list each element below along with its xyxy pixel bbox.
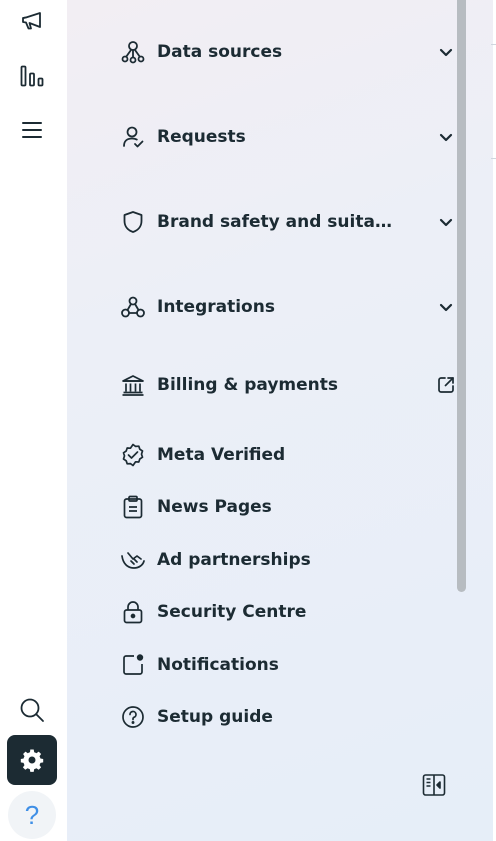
menu-item-meta-verified[interactable]: Meta Verified xyxy=(120,435,456,475)
megaphone-icon[interactable] xyxy=(7,0,57,45)
menu-item-label: Integrations xyxy=(157,297,275,317)
shield-icon xyxy=(120,209,146,235)
divider xyxy=(491,44,496,45)
collapse-panel-icon xyxy=(422,773,446,802)
bar-chart-icon[interactable] xyxy=(7,51,57,101)
menu-item-label: Requests xyxy=(157,127,246,147)
handshake-icon xyxy=(120,547,146,573)
scrollbar[interactable] xyxy=(457,0,466,592)
chevron-down-icon[interactable] xyxy=(436,127,456,147)
menu-item-brand-safety[interactable]: Brand safety and suitabi… xyxy=(120,202,456,242)
menu-item-ad-partnerships[interactable]: Ad partnerships xyxy=(120,540,456,580)
external-link-icon[interactable] xyxy=(436,375,456,395)
menu-item-integrations[interactable]: Integrations xyxy=(120,287,456,327)
data-sources-icon xyxy=(120,39,146,65)
gear-icon xyxy=(20,748,44,772)
help-icon: ? xyxy=(24,800,40,830)
menu-item-label: Ad partnerships xyxy=(157,550,311,570)
clipboard-icon xyxy=(120,494,146,520)
menu-item-setup-guide[interactable]: Setup guide xyxy=(120,697,456,737)
question-circle-icon xyxy=(120,704,146,730)
verified-badge-icon xyxy=(120,442,146,468)
chevron-down-icon[interactable] xyxy=(436,212,456,232)
integrations-icon xyxy=(120,294,146,320)
menu-item-label: Brand safety and suitabi… xyxy=(157,212,397,232)
menu-item-data-sources[interactable]: Data sources xyxy=(120,32,456,72)
lock-icon xyxy=(120,599,146,625)
notification-icon xyxy=(120,652,146,678)
menu-item-label: Notifications xyxy=(157,655,279,675)
search-icon[interactable] xyxy=(7,685,57,735)
menu-item-billing[interactable]: Billing & payments xyxy=(120,365,456,405)
bank-icon xyxy=(120,372,146,398)
chevron-down-icon[interactable] xyxy=(436,42,456,62)
menu-icon[interactable] xyxy=(7,105,57,155)
menu-item-requests[interactable]: Requests xyxy=(120,117,456,157)
help-button[interactable]: ? xyxy=(8,791,56,839)
menu-item-label: News Pages xyxy=(157,497,272,517)
menu-item-label: Security Centre xyxy=(157,602,307,622)
menu-item-security-centre[interactable]: Security Centre xyxy=(120,592,456,632)
requests-icon xyxy=(120,124,146,150)
menu-item-notifications[interactable]: Notifications xyxy=(120,645,456,685)
chevron-down-icon[interactable] xyxy=(436,297,456,317)
menu-item-label: Setup guide xyxy=(157,707,273,727)
left-rail: ? xyxy=(0,0,67,841)
settings-button[interactable] xyxy=(7,735,57,785)
collapse-panel-button[interactable] xyxy=(421,773,447,802)
menu-item-news-pages[interactable]: News Pages xyxy=(120,487,456,527)
divider xyxy=(491,158,496,159)
menu-item-label: Data sources xyxy=(157,42,283,62)
menu-item-label: Billing & payments xyxy=(157,375,338,395)
menu-item-label: Meta Verified xyxy=(157,445,286,465)
